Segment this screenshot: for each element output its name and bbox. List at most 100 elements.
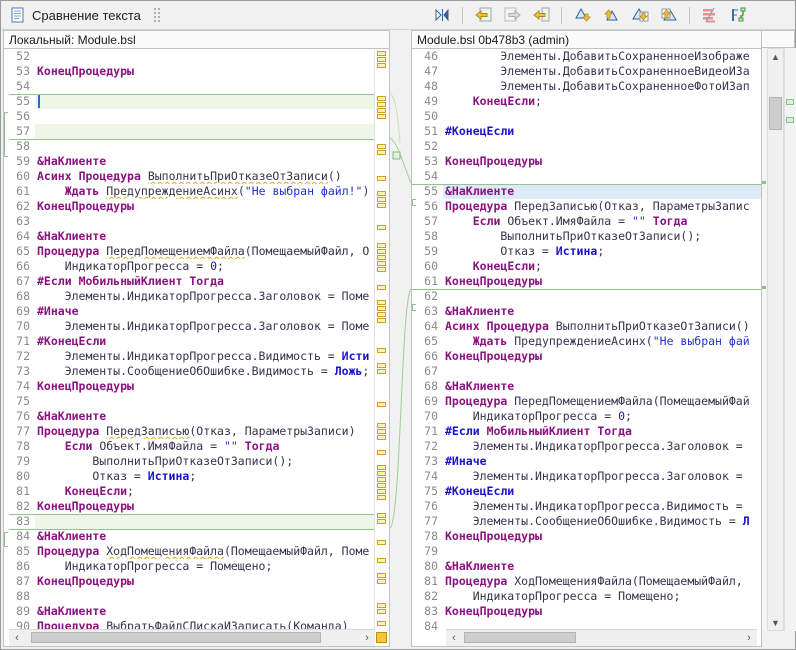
copy-current-right-icon: [504, 7, 521, 23]
copy-current-left-button[interactable]: [529, 3, 553, 27]
overview-diff-marker[interactable]: [786, 99, 794, 105]
structure-compare-button[interactable]: [727, 3, 751, 27]
left-hscroll-thumb[interactable]: [31, 632, 321, 643]
code-line: 81Процедура ХодПомещенияФайла(Помещаемый…: [417, 574, 761, 589]
change-marker[interactable]: [377, 348, 386, 354]
next-difference-button[interactable]: [570, 3, 594, 27]
line-number: 69: [417, 394, 443, 409]
next-change-button[interactable]: [628, 3, 652, 27]
left-horizontal-scrollbar[interactable]: ‹ ›: [9, 629, 375, 646]
right-editor[interactable]: 46 Элементы.ДобавитьСохраненноеИзображе4…: [412, 49, 761, 630]
swap-sides-button[interactable]: [430, 3, 454, 27]
change-marker[interactable]: [377, 558, 386, 564]
right-hscroll-thumb[interactable]: [464, 632, 576, 643]
line-number: 54: [9, 79, 35, 94]
diff-range-bracket: [4, 532, 8, 547]
change-marker[interactable]: [377, 402, 386, 408]
change-marker[interactable]: [377, 621, 386, 627]
toolbar-separator: [462, 7, 463, 24]
code-line: 81 КонецЕсли;: [9, 484, 375, 499]
change-marker[interactable]: [377, 513, 386, 525]
line-number: 88: [9, 589, 35, 604]
diff-tick[interactable]: [762, 181, 766, 184]
tab-title: Сравнение текста: [32, 8, 141, 23]
change-marker[interactable]: [377, 191, 386, 209]
change-marker[interactable]: [377, 243, 386, 273]
right-compare-pane: Module.bsl 0b478b3 (admin) 46 Элементы.Д…: [411, 30, 762, 647]
code-text: #КонецЕсли: [35, 334, 375, 349]
code-text: Отказ = Истина;: [443, 244, 761, 259]
code-text: [35, 49, 375, 64]
line-number: 53: [9, 64, 35, 79]
change-marker[interactable]: [377, 423, 386, 441]
previous-change-button[interactable]: [657, 3, 681, 27]
code-text: [35, 124, 375, 139]
change-marker[interactable]: [377, 603, 386, 615]
line-number: 80: [9, 469, 35, 484]
code-line: 57: [9, 124, 375, 139]
code-text: Элементы.ДобавитьСохраненноеИзображе: [443, 49, 761, 64]
code-line: 55: [9, 94, 375, 109]
code-text: &НаКлиенте: [35, 154, 375, 169]
line-number: 49: [417, 94, 443, 109]
line-number: 74: [417, 469, 443, 484]
diff-tick[interactable]: [762, 286, 766, 289]
code-text: Если Объект.ИмяФайла = "" Тогда: [443, 214, 761, 229]
code-line: 75: [9, 394, 375, 409]
vscroll-thumb[interactable]: [769, 97, 782, 130]
code-line: 59&НаКлиенте: [9, 154, 375, 169]
left-editor[interactable]: 5253КонецПроцедуры545556575859&НаКлиенте…: [4, 49, 389, 630]
scroll-left-arrow[interactable]: ‹: [446, 630, 462, 645]
diff-stripes-button[interactable]: [698, 3, 722, 27]
drag-grip-icon[interactable]: [154, 8, 161, 23]
line-number: 56: [417, 199, 443, 214]
line-number: 71: [9, 334, 35, 349]
code-line: 68&НаКлиенте: [417, 379, 761, 394]
line-number: 79: [417, 544, 443, 559]
change-marker[interactable]: [377, 540, 386, 546]
scroll-right-arrow[interactable]: ›: [741, 630, 757, 645]
change-marker[interactable]: [377, 225, 386, 231]
change-marker[interactable]: [377, 96, 386, 120]
line-number: 56: [9, 109, 35, 124]
vertical-scrollbar[interactable]: ▲ ▼: [767, 48, 784, 631]
line-number: 64: [417, 319, 443, 334]
connector-handle[interactable]: [393, 152, 400, 159]
change-marker[interactable]: [377, 573, 386, 585]
line-number: 67: [417, 364, 443, 379]
line-number: 60: [9, 169, 35, 184]
code-line: 49 КонецЕсли;: [417, 94, 761, 109]
right-horizontal-scrollbar[interactable]: ‹ ›: [446, 629, 757, 646]
code-line: 55&НаКлиенте: [417, 184, 761, 199]
code-line: 78КонецПроцедуры: [417, 529, 761, 544]
scroll-right-arrow[interactable]: ›: [359, 630, 375, 645]
code-text: КонецПроцедуры: [35, 574, 375, 589]
code-text: &НаКлиенте: [443, 184, 761, 199]
code-line: 83КонецПроцедуры: [417, 604, 761, 619]
line-number: 47: [417, 64, 443, 79]
change-marker[interactable]: [377, 51, 386, 69]
copy-current-right-button[interactable]: [500, 3, 524, 27]
code-line: 53КонецПроцедуры: [9, 64, 375, 79]
code-line: 54: [417, 169, 761, 184]
copy-all-left-button[interactable]: [471, 3, 495, 27]
change-marker[interactable]: [377, 363, 386, 375]
change-marker[interactable]: [377, 176, 386, 182]
overview-diff-marker[interactable]: [786, 117, 794, 123]
tab-compare-text[interactable]: Сравнение текста: [1, 1, 171, 29]
code-line: 50: [417, 109, 761, 124]
change-marker[interactable]: [377, 465, 386, 501]
scroll-down-arrow[interactable]: ▼: [768, 615, 783, 630]
left-change-marker-column[interactable]: [374, 49, 389, 630]
previous-difference-button[interactable]: [599, 3, 623, 27]
scroll-up-arrow[interactable]: ▲: [768, 49, 783, 64]
code-text: Элементы.СообщениеОбОшибке.Видимость = Л…: [35, 364, 375, 379]
change-marker[interactable]: [377, 300, 386, 324]
change-marker[interactable]: [377, 144, 386, 156]
change-marker[interactable]: [377, 450, 386, 456]
diff-range-bracket: [4, 112, 8, 157]
scroll-left-arrow[interactable]: ‹: [9, 630, 25, 645]
change-marker[interactable]: [377, 285, 386, 291]
code-text: КонецПроцедуры: [443, 529, 761, 544]
code-text: КонецПроцедуры: [35, 64, 375, 79]
